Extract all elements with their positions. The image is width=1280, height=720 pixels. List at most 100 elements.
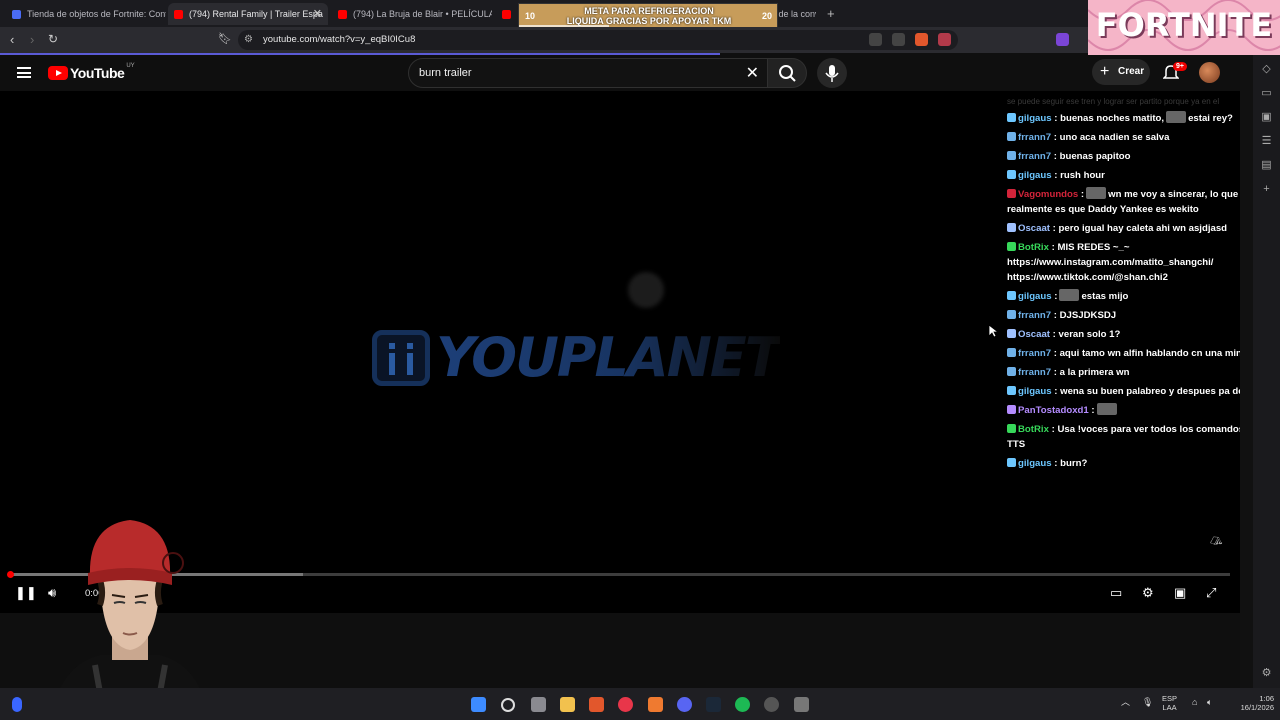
chat-username[interactable]: BotRix <box>1018 242 1049 253</box>
chat-username[interactable]: gilgaus <box>1018 170 1052 181</box>
chat-username[interactable]: Oscaat <box>1018 223 1050 234</box>
chat-username[interactable]: frrann7 <box>1018 310 1051 321</box>
widget-icon[interactable] <box>12 697 22 712</box>
new-tab-button[interactable]: + <box>827 6 835 21</box>
volume-tray-icon[interactable]: 🔈︎ <box>1207 698 1212 707</box>
network-icon[interactable]: ⌂ <box>1192 698 1197 707</box>
media-player-icon[interactable] <box>618 697 633 712</box>
reload-icon[interactable]: ↻ <box>48 32 58 46</box>
brave-browser-icon[interactable] <box>589 697 604 712</box>
brave-rewards-icon[interactable] <box>938 33 951 46</box>
sidebar-icon-1[interactable]: ◇ <box>1260 63 1273 76</box>
tab-rental-family[interactable]: (794) Rental Family | Trailer Espa ✕ <box>168 3 328 25</box>
forward-icon[interactable]: › <box>30 32 34 47</box>
create-button[interactable]: + Crear <box>1092 59 1150 85</box>
sidebar-add-icon[interactable]: + <box>1260 183 1273 196</box>
account-avatar[interactable] <box>1199 62 1220 83</box>
chat-username[interactable]: BotRix <box>1018 424 1049 435</box>
voice-search-button[interactable] <box>817 58 847 88</box>
chat-username[interactable]: gilgaus <box>1018 386 1052 397</box>
chat-username[interactable]: gilgaus <box>1018 458 1052 469</box>
youtube-favicon-icon <box>502 9 511 19</box>
chat-username[interactable]: frrann7 <box>1018 151 1051 162</box>
file-explorer-icon[interactable] <box>560 697 575 712</box>
chat-badge-icon <box>1007 424 1016 433</box>
chat-text: : uno aca nadien se salva <box>1053 132 1170 143</box>
country-code: UY <box>126 63 135 69</box>
sidebar-icon-2[interactable]: ▭ <box>1260 87 1273 100</box>
tab-title: (794) Rental Family | Trailer Espa <box>189 9 323 19</box>
taskbar-search-icon[interactable] <box>501 698 515 712</box>
tray-overflow-icon[interactable]: ︿ <box>1121 698 1130 707</box>
tab-fortnite-shop[interactable]: Tienda de objetos de Fortnite: Conte <box>6 3 166 25</box>
search-input[interactable]: burn trailer <box>419 67 472 79</box>
chat-username[interactable]: frrann7 <box>1018 132 1051 143</box>
task-view-icon[interactable] <box>531 697 546 712</box>
chat-username[interactable]: frrann7 <box>1018 367 1051 378</box>
fullscreen-icon[interactable]: ⤢ <box>1206 585 1216 601</box>
chat-username[interactable]: Oscaat <box>1018 329 1050 340</box>
goal-text: META PARA REFRIGERACION LIQUIDA GRACIAS … <box>559 6 739 26</box>
chat-badge-icon <box>1007 242 1016 251</box>
chat-text: : aqui tamo wn alfin hablando cn una min… <box>1053 348 1264 359</box>
chat-text: : <box>1054 291 1058 302</box>
back-icon[interactable]: ‹ <box>10 32 14 47</box>
hamburger-menu-icon[interactable] <box>17 67 31 78</box>
discord-icon[interactable] <box>677 697 692 712</box>
tab-bruja-de-blair[interactable]: (794) La Bruja de Blair • PELÍCULA DE <box>332 3 492 25</box>
sidebar-icon-3[interactable]: ▣ <box>1260 111 1273 124</box>
chat-badge-icon <box>1007 113 1016 122</box>
sidebar-icon-4[interactable]: ☰ <box>1260 135 1273 148</box>
youplanet-logo: YOUPLANET <box>372 326 782 389</box>
bookmark-icon[interactable]: 🔖︎ <box>218 32 232 45</box>
site-info-icon[interactable]: ⚙ <box>244 30 253 50</box>
chat-username[interactable]: frrann7 <box>1018 348 1051 359</box>
search-box[interactable]: burn trailer ✕ <box>408 58 768 88</box>
page-scrollbar[interactable] <box>1240 55 1253 688</box>
extension-icon[interactable] <box>1056 33 1069 46</box>
steam-icon[interactable] <box>706 697 721 712</box>
chat-emote <box>1096 403 1117 415</box>
youtube-logo[interactable]: YouTube UY <box>48 63 135 81</box>
input-language[interactable]: ESP LAA <box>1162 694 1177 712</box>
taskbar-clock[interactable]: 1:06 16/1/2026 <box>1224 694 1274 712</box>
app-icon-orange[interactable] <box>648 697 663 712</box>
fortnite-banner: FORTNITE <box>1088 0 1280 55</box>
chat-text: : burn? <box>1054 458 1088 469</box>
youtube-play-icon <box>48 66 68 80</box>
search-button[interactable] <box>767 58 807 88</box>
obs-icon[interactable] <box>764 697 779 712</box>
channel-watermark[interactable]: ⛺︎ <box>1210 536 1223 547</box>
subtitles-icon[interactable]: ▭ <box>1110 585 1122 601</box>
settings-gear-icon[interactable]: ⚙ <box>1142 585 1154 601</box>
theater-mode-icon[interactable]: ▣ <box>1174 585 1186 601</box>
microphone-icon <box>825 65 839 82</box>
app-icon-grey[interactable] <box>794 697 809 712</box>
chat-badge-icon <box>1007 189 1016 198</box>
share-icon[interactable] <box>892 33 905 46</box>
clear-search-icon[interactable]: ✕ <box>746 63 759 83</box>
sidebar-settings-icon[interactable]: ⚙ <box>1260 667 1273 680</box>
chat-text: : DJSJDKSDJ <box>1053 310 1117 321</box>
chat-badge-icon <box>1007 132 1016 141</box>
close-tab-icon[interactable]: ✕ <box>313 7 322 20</box>
chat-badge-icon <box>1007 458 1016 467</box>
mouse-cursor-icon <box>988 324 998 338</box>
cast-icon[interactable] <box>869 33 882 46</box>
goal-end: 20 <box>761 11 772 21</box>
reading-list-icon[interactable]: ▤ <box>1260 159 1273 172</box>
chat-text: : rush hour <box>1054 170 1105 181</box>
chat-username[interactable]: Vagomundos <box>1018 189 1078 200</box>
chat-username[interactable]: gilgaus <box>1018 291 1052 302</box>
chat-username[interactable]: gilgaus <box>1018 113 1052 124</box>
chat-username[interactable]: PanTostadoxd1 <box>1018 405 1089 416</box>
scrubber-handle[interactable] <box>7 571 14 578</box>
clock-time: 1:06 <box>1259 694 1274 703</box>
brave-shields-icon[interactable] <box>915 33 928 46</box>
windows-start-icon[interactable] <box>471 697 486 712</box>
address-bar[interactable]: ⚙ youtube.com/watch?v=y_eqBI0ICu8 <box>238 30 958 50</box>
spotify-icon[interactable] <box>735 697 750 712</box>
goal-line-1: META PARA REFRIGERACION <box>584 6 714 16</box>
tray-mic-icon[interactable]: 🎙︎ <box>1142 698 1153 707</box>
youtube-logo-text: YouTube <box>70 65 125 81</box>
